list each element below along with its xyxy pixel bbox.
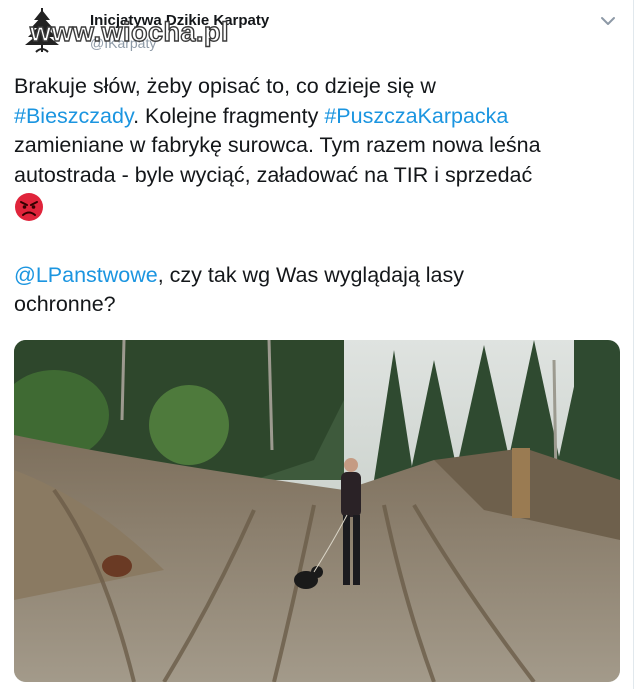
tweet-line: Brakuje słów, żeby opisać to, co dzieje … — [14, 72, 614, 102]
tweet-header: Inicjatywa Dzikie Karpaty @IKarpaty www.… — [14, 4, 623, 54]
tweet-line: @LPanstwowe, czy tak wg Was wyglądają la… — [14, 261, 614, 291]
tweet-line — [14, 190, 614, 231]
tweet-line: ochronne? — [14, 290, 614, 320]
chevron-down-icon[interactable] — [597, 10, 619, 32]
tweet-text-segment: . Kolejne fragmenty — [133, 103, 325, 128]
watermark: www.wiocha.pl — [29, 16, 230, 47]
tweet-text-segment: Brakuje słów, żeby opisać to, co dzieje … — [14, 74, 436, 98]
tweet-line: #Bieszczady. Kolejne fragmenty #PuszczaK… — [14, 102, 614, 132]
hashtag-link[interactable]: #Bieszczady — [14, 104, 133, 128]
tweet-card: Inicjatywa Dzikie Karpaty @IKarpaty www.… — [0, 0, 637, 689]
tweet-text-segment: zamieniane w fabrykę surowca. Tym razem … — [14, 133, 541, 157]
tweet-line: autostrada - byle wyciąć, załadować na T… — [14, 161, 614, 191]
tweet-text-segment: , czy tak wg Was wyglądają lasy — [157, 262, 465, 287]
angry-face-emoji-icon — [15, 193, 43, 221]
card-border — [633, 0, 634, 689]
tweet-text: Brakuje słów, żeby opisać to, co dzieje … — [14, 72, 614, 320]
tweet-photo[interactable] — [14, 340, 620, 682]
tweet-text-segment: autostrada - byle wyciąć, załadować na T… — [14, 162, 533, 187]
tweet-line: zamieniane w fabrykę surowca. Tym razem … — [14, 131, 614, 161]
mention-link[interactable]: @LPanstwowe — [14, 263, 158, 287]
tweet-text-segment: ochronne? — [14, 292, 116, 316]
hashtag-link[interactable]: #PuszczaKarpacka — [324, 104, 508, 128]
